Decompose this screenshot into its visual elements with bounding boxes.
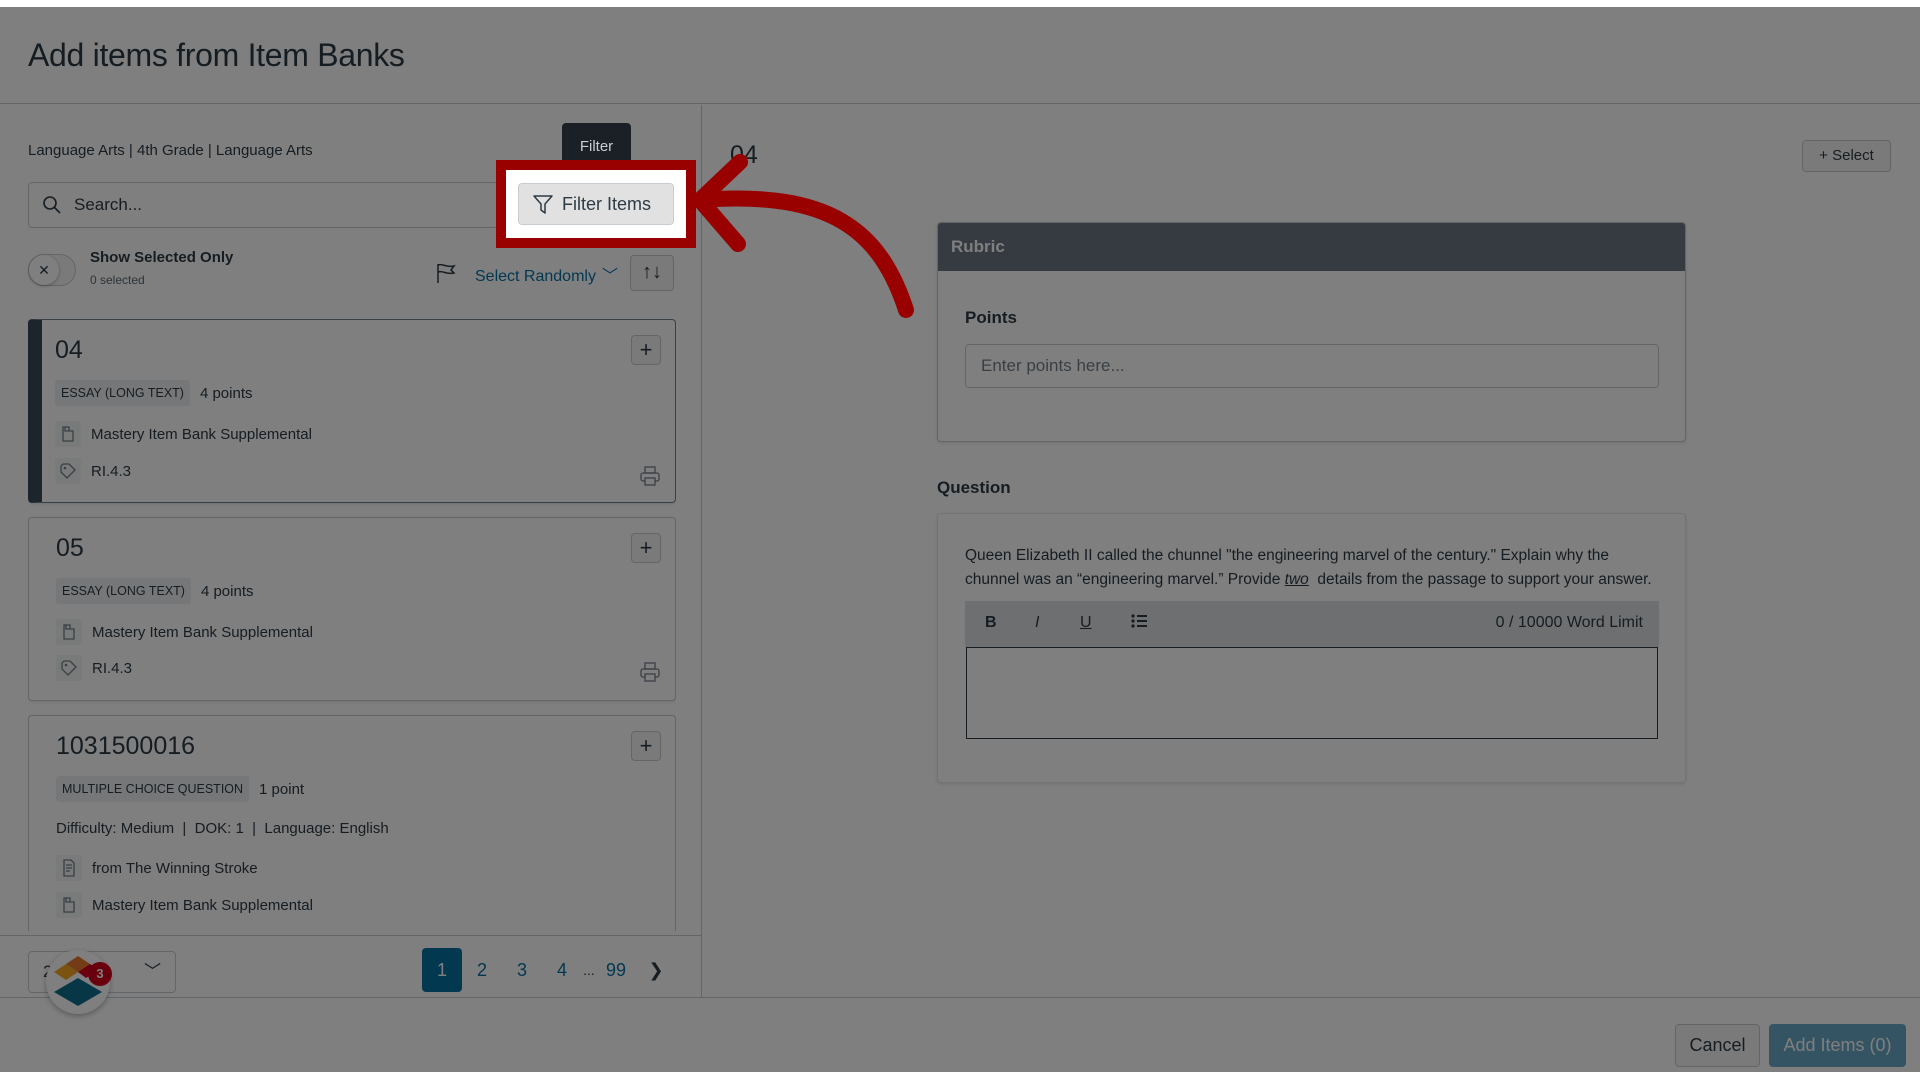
show-selected-toggle[interactable]: ✕ <box>28 254 76 286</box>
item-passage-row: from The Winning Stroke <box>56 855 258 881</box>
breadcrumb: Language Arts | 4th Grade | Language Art… <box>28 142 313 159</box>
item-standard: RI.4.3 <box>91 462 132 480</box>
bank-icon <box>56 619 82 645</box>
page-title: Add items from Item Banks <box>28 37 405 73</box>
add-item-button[interactable]: + <box>631 731 661 761</box>
filter-icon <box>533 195 553 214</box>
editor-toolbar: B I U 0 / 10000 Word Limit <box>965 601 1659 647</box>
item-type-tag: ESSAY (LONG TEXT) <box>55 380 190 406</box>
rubric-header: Rubric <box>938 223 1685 271</box>
close-icon: ✕ <box>29 255 59 285</box>
document-icon <box>56 855 82 881</box>
italic-button[interactable]: I <box>1035 614 1039 632</box>
item-list: 04 + ESSAY (LONG TEXT) 4 points Mastery I… <box>28 319 676 931</box>
points-label: Points <box>965 308 1017 327</box>
selected-count: 0 selected <box>90 273 145 287</box>
item-type-row: ESSAY (LONG TEXT) 4 points <box>55 380 253 406</box>
item-bank-modal: Add items from Item Banks Language Arts … <box>0 7 1920 1072</box>
search-input[interactable] <box>74 183 474 227</box>
preview-title: 04 <box>730 141 758 169</box>
item-metadata: Difficulty: Medium | DOK: 1 | Language: … <box>56 820 389 837</box>
underline-button[interactable]: U <box>1080 614 1092 632</box>
question-label: Question <box>937 478 1011 497</box>
search-box[interactable] <box>28 182 498 228</box>
item-points: 1 point <box>259 780 305 798</box>
item-type-tag: MULTIPLE CHOICE QUESTION <box>56 776 250 802</box>
sort-icon: ↑↓ <box>642 261 662 283</box>
next-page-button[interactable]: ❯ <box>636 948 676 992</box>
print-icon[interactable] <box>639 661 661 683</box>
page-last-button[interactable]: 99 <box>596 948 636 992</box>
item-title: 04 <box>55 336 83 364</box>
tag-icon <box>56 655 82 681</box>
word-limit-counter: 0 / 10000 Word Limit <box>1495 614 1643 631</box>
chevron-down-icon: ﹀ <box>601 268 618 285</box>
item-standard-row: RI.4.3 <box>55 458 131 484</box>
page-1-button[interactable]: 1 <box>422 948 462 992</box>
bank-icon <box>56 892 82 918</box>
list-item[interactable]: 1031500016 + MULTIPLE CHOICE QUESTION 1 p… <box>28 715 676 931</box>
answer-editor[interactable] <box>966 647 1658 739</box>
item-title: 1031500016 <box>56 732 196 760</box>
cancel-button[interactable]: Cancel <box>1675 1024 1760 1067</box>
item-bank-row: Mastery Item Bank Supplemental <box>56 619 313 645</box>
add-items-button[interactable]: Add Items (0) <box>1769 1024 1906 1067</box>
item-passage: from The Winning Stroke <box>92 859 258 877</box>
item-preview-panel: 04 + Select Rubric Points Question Queen… <box>703 105 1920 997</box>
bank-icon <box>55 421 81 447</box>
page-4-button[interactable]: 4 <box>542 948 582 992</box>
flag-icon <box>437 263 456 283</box>
item-type-row: MULTIPLE CHOICE QUESTION 1 point <box>56 776 304 802</box>
print-icon[interactable] <box>639 465 661 487</box>
question-text: Queen Elizabeth II called the chunnel "t… <box>965 544 1665 591</box>
list-item[interactable]: 04 + ESSAY (LONG TEXT) 4 points Mastery I… <box>28 319 676 503</box>
question-text-end: details from the passage to support your… <box>1308 570 1652 588</box>
rubric-card: Rubric Points <box>937 222 1686 442</box>
filter-items-label: Filter Items <box>562 193 652 214</box>
modal-header: Add items from Item Banks <box>0 7 1920 104</box>
item-points: 4 points <box>199 384 253 402</box>
item-type-tag: ESSAY (LONG TEXT) <box>56 578 191 604</box>
page-2-button[interactable]: 2 <box>462 948 502 992</box>
select-randomly-label: Select Randomly <box>475 268 596 285</box>
item-standard: RI.4.3 <box>92 659 133 677</box>
chevron-right-icon: ❯ <box>648 960 664 980</box>
chevron-down-icon: ﹀ <box>144 962 161 981</box>
bullet-list-icon <box>1131 614 1147 628</box>
tag-icon <box>55 458 81 484</box>
bold-button[interactable]: B <box>985 614 997 632</box>
item-bank-name: Mastery Item Bank Supplemental <box>92 896 313 914</box>
plus-icon: + <box>1819 147 1833 164</box>
item-bank-name: Mastery Item Bank Supplemental <box>91 425 312 443</box>
item-title: 05 <box>56 534 84 562</box>
search-icon <box>43 196 61 214</box>
item-bank-row: Mastery Item Bank Supplemental <box>56 892 313 918</box>
list-item[interactable]: 05 + ESSAY (LONG TEXT) 4 points Mastery I… <box>28 517 676 701</box>
item-bank-name: Mastery Item Bank Supplemental <box>92 623 313 641</box>
modal-footer: Cancel Add Items (0) <box>0 997 1920 1072</box>
question-card: Queen Elizabeth II called the chunnel "t… <box>937 513 1686 783</box>
pagination: 1 2 3 4 ... 99 ❯ <box>422 948 676 992</box>
select-button[interactable]: + Select <box>1802 140 1891 172</box>
item-points: 4 points <box>200 582 254 600</box>
show-selected-label: Show Selected Only <box>90 249 234 266</box>
filter-items-button[interactable]: Filter Items <box>518 183 674 225</box>
pagination-ellipsis: ... <box>583 962 595 978</box>
select-randomly-dropdown[interactable]: Select Randomly ﹀ <box>475 262 618 286</box>
item-bank-row: Mastery Item Bank Supplemental <box>55 421 312 447</box>
add-item-button[interactable]: + <box>631 533 661 563</box>
bullet-list-button[interactable] <box>1130 612 1148 635</box>
item-type-row: ESSAY (LONG TEXT) 4 points <box>56 578 254 604</box>
points-input[interactable] <box>965 344 1659 388</box>
question-text-emphasis: two <box>1284 570 1309 588</box>
sort-button[interactable]: ↑↓ <box>630 255 674 291</box>
select-button-label: Select <box>1832 147 1874 164</box>
notification-badge: 3 <box>88 962 112 986</box>
page-3-button[interactable]: 3 <box>502 948 542 992</box>
add-item-button[interactable]: + <box>631 335 661 365</box>
item-standard-row: RI.4.3 <box>56 655 132 681</box>
